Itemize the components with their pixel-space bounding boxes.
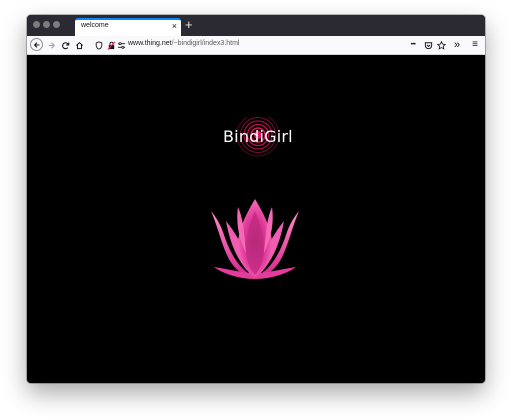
url-text[interactable]: www.thing.net/~bindigirl/index3.html bbox=[128, 40, 240, 47]
title-bar: welcome × + bbox=[27, 15, 485, 36]
back-button[interactable] bbox=[30, 38, 43, 51]
navigation-toolbar: www.thing.net/~bindigirl/index3.html •••… bbox=[27, 36, 485, 55]
address-bar[interactable]: www.thing.net/~bindigirl/index3.html bbox=[93, 38, 431, 52]
url-path: /~bindigirl/index3.html bbox=[171, 40, 240, 47]
app-menu-hamburger-icon[interactable]: ≡ bbox=[469, 39, 481, 51]
arrow-right-icon bbox=[48, 41, 55, 49]
star-icon bbox=[436, 40, 446, 50]
pocket-button[interactable] bbox=[422, 39, 434, 51]
close-window-button[interactable] bbox=[33, 21, 40, 28]
lotus-flower-icon[interactable] bbox=[208, 197, 302, 283]
new-tab-button[interactable]: + bbox=[185, 17, 193, 32]
overflow-chevron-icon[interactable]: » bbox=[451, 39, 463, 51]
reload-button[interactable] bbox=[59, 39, 71, 51]
zoom-window-button[interactable] bbox=[53, 21, 60, 28]
browser-window: welcome × + www.thing.net/~bindigirl/ind… bbox=[27, 15, 485, 383]
bindigirl-logo[interactable]: BindiGirl bbox=[218, 117, 298, 161]
forward-button[interactable] bbox=[45, 39, 57, 51]
home-button[interactable] bbox=[73, 39, 85, 51]
page-actions-menu-icon[interactable]: ••• bbox=[407, 39, 419, 51]
minimize-window-button[interactable] bbox=[43, 21, 50, 28]
pocket-icon bbox=[424, 41, 432, 49]
home-icon bbox=[75, 41, 83, 49]
tracking-protection-shield-icon[interactable] bbox=[93, 39, 105, 51]
tab-welcome[interactable]: welcome × bbox=[75, 18, 181, 36]
reload-icon bbox=[61, 41, 69, 49]
tab-close-icon[interactable]: × bbox=[172, 20, 177, 32]
page-content: BindiGirl bbox=[27, 55, 485, 383]
tab-title: welcome bbox=[81, 22, 109, 29]
permissions-icon[interactable] bbox=[115, 39, 127, 51]
arrow-left-icon bbox=[33, 41, 39, 48]
logo-text: BindiGirl bbox=[223, 127, 293, 146]
url-host: www.thing.net bbox=[128, 40, 172, 47]
bookmark-star-button[interactable] bbox=[435, 39, 447, 51]
